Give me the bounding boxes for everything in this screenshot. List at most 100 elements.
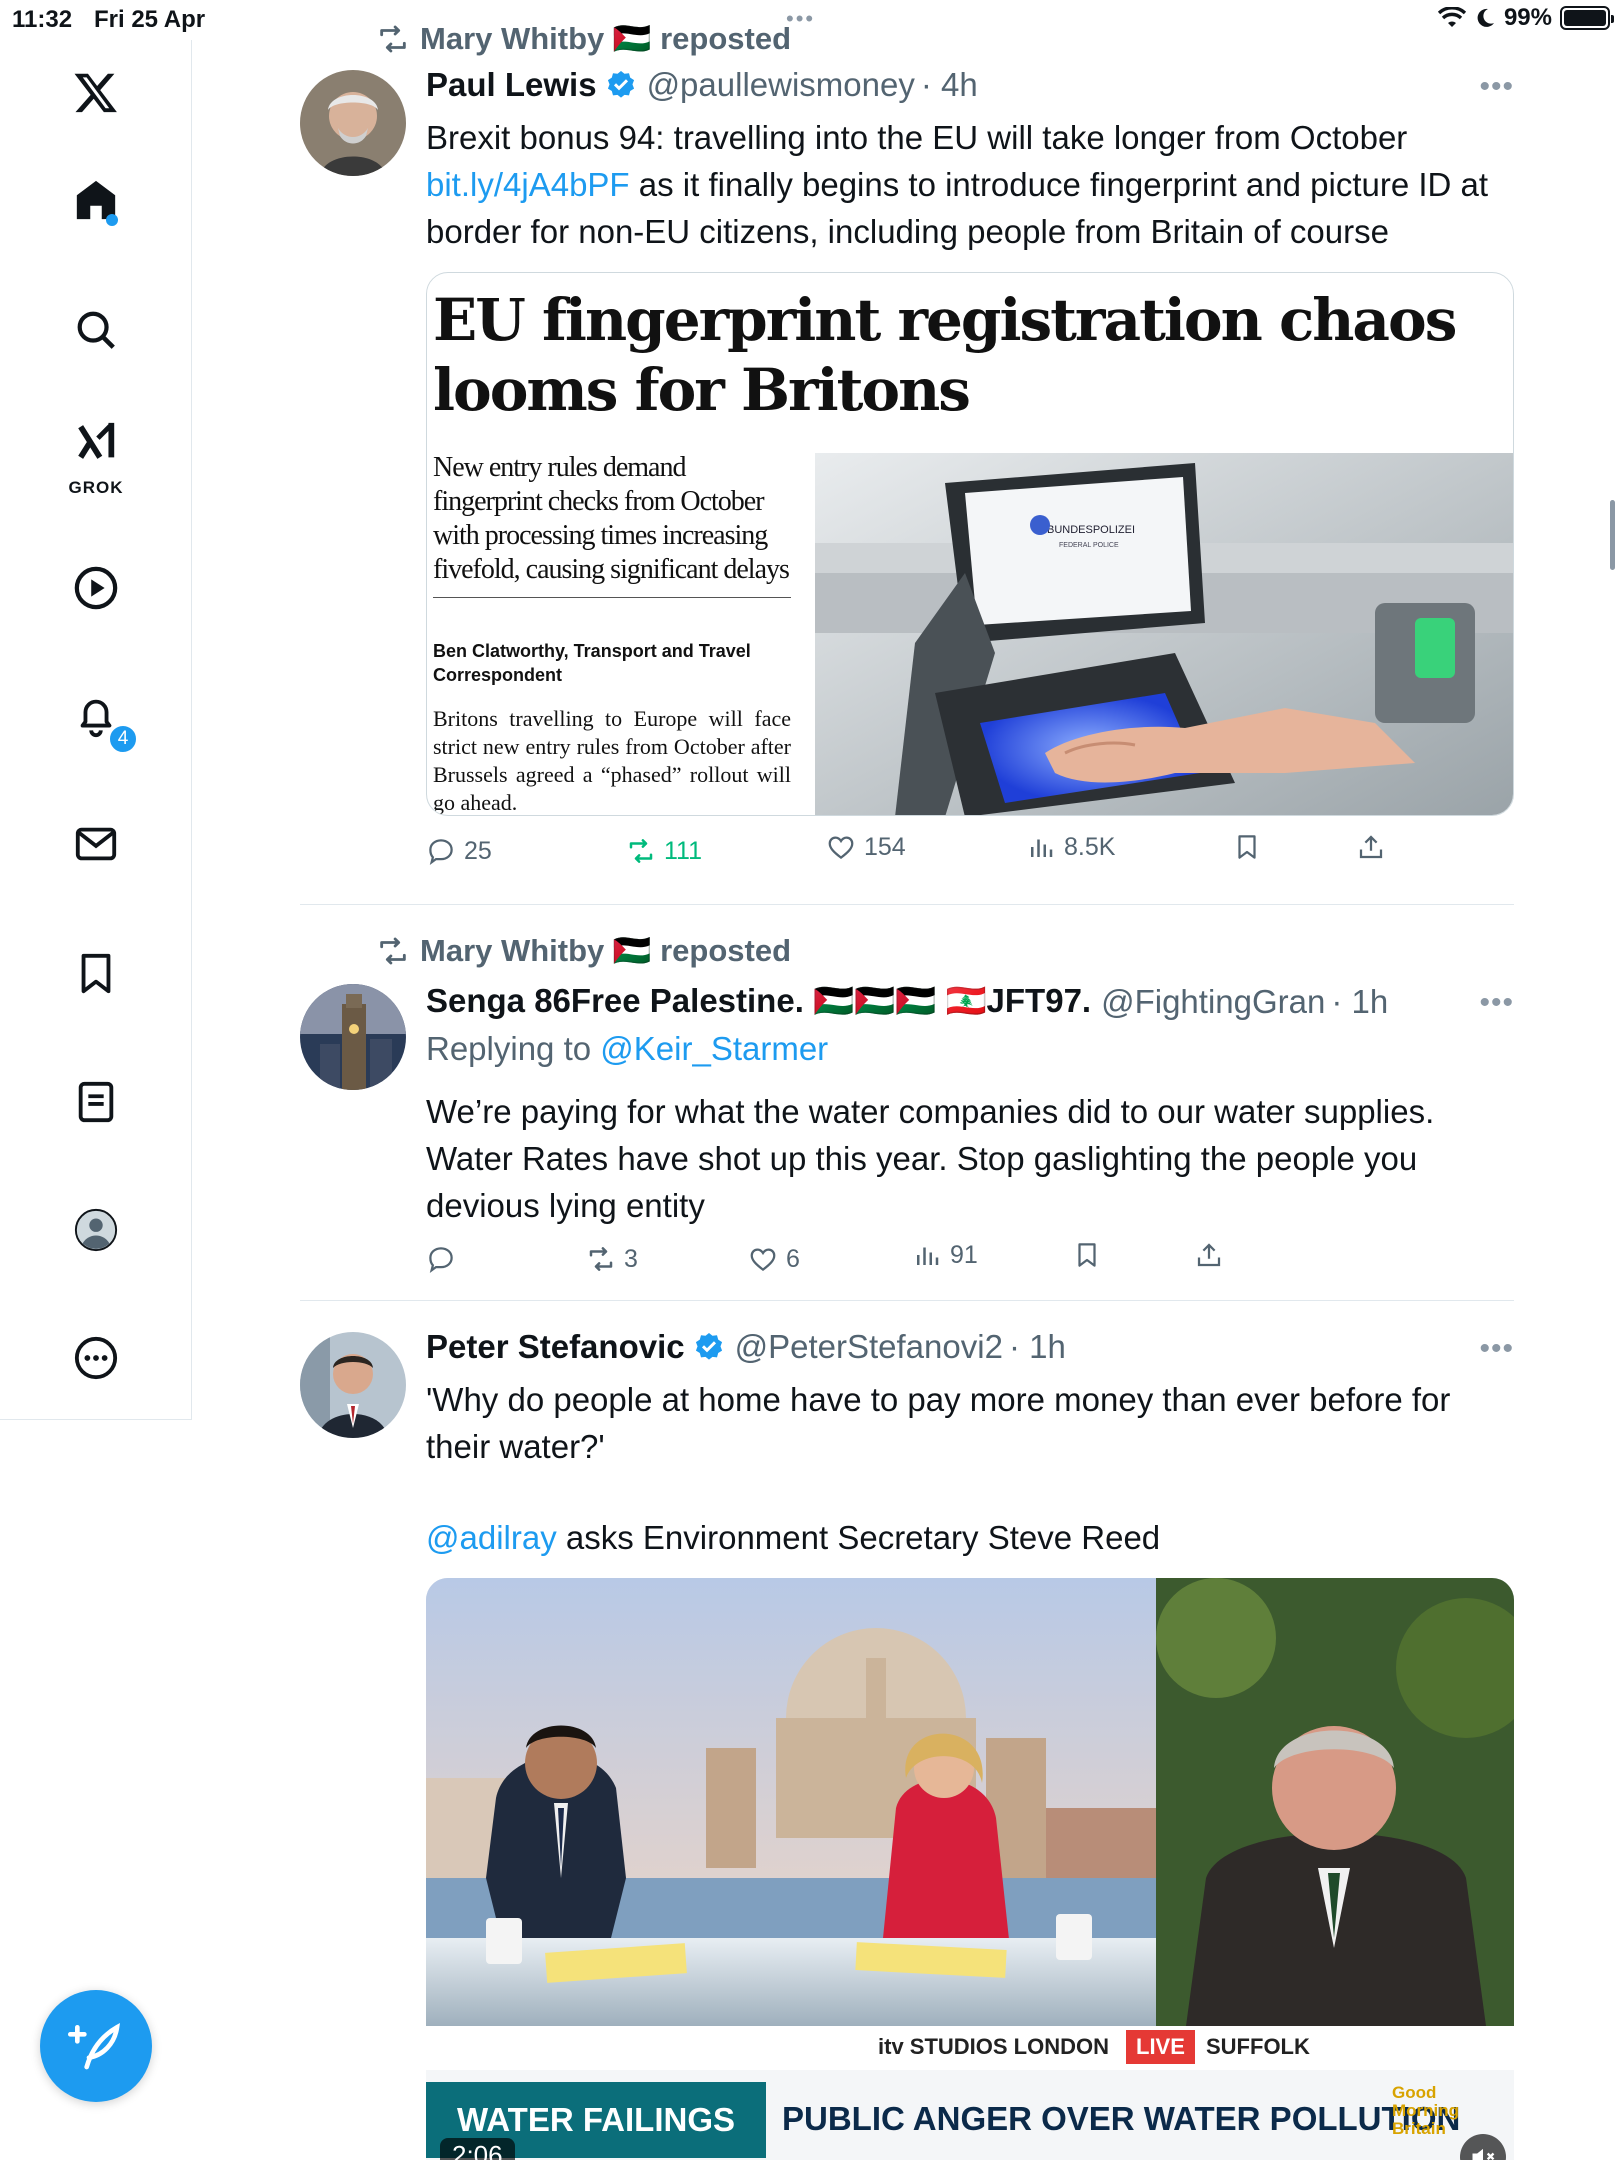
heart-icon xyxy=(750,1248,776,1272)
card-standfirst: New entry rules demand fingerprint check… xyxy=(433,451,791,598)
video-player[interactable]: itv STUDIOS LONDON LIVE SUFFOLK WATER FA… xyxy=(426,1578,1514,2160)
tweet-time[interactable]: · 1h xyxy=(1009,1328,1066,1366)
repost-indicator: Mary Whitby 🇵🇸 reposted xyxy=(376,20,791,57)
battery-icon xyxy=(1560,6,1614,30)
repost-by-label: Mary Whitby 🇵🇸 reposted xyxy=(420,933,792,968)
repost-indicator: Mary Whitby 🇵🇸 reposted xyxy=(376,932,791,969)
status-date: Fri 25 Apr xyxy=(94,6,206,33)
author-name[interactable]: Senga 86Free Palestine. 🇵🇸🇵🇸🇵🇸 🇱🇧JFT97. xyxy=(426,982,1091,1021)
view-count: 91 xyxy=(950,1240,978,1269)
reply-button[interactable]: 25 xyxy=(426,836,492,866)
author-handle[interactable]: @PeterStefanovi2 xyxy=(735,1328,1003,1366)
tweet-actions: 3 6 91 xyxy=(426,1241,1426,1284)
ticker-headline: PUBLIC ANGER OVER WATER POLLUTION xyxy=(782,2100,1461,2137)
tweet-time[interactable]: · 1h xyxy=(1331,983,1388,1021)
search-icon[interactable] xyxy=(66,300,126,360)
status-bar: 11:32 Fri 25 Apr ••• 99% xyxy=(0,0,1620,40)
like-count: 6 xyxy=(786,1244,800,1273)
video-duration: 2:06 xyxy=(440,2138,515,2160)
scanner-sign-subtext: FEDERAL POLICE xyxy=(1059,542,1119,549)
tweet-link[interactable]: bit.ly/4jA4bPF xyxy=(426,166,630,203)
grok-icon[interactable] xyxy=(66,412,126,472)
tweet-more-icon[interactable]: ••• xyxy=(1479,70,1514,104)
reply-icon xyxy=(429,1247,453,1273)
bookmark-icon xyxy=(1238,835,1256,859)
verified-badge-icon xyxy=(693,1331,725,1363)
mention-link[interactable]: @adilray xyxy=(426,1519,557,1556)
card-byline: Ben Clatworthy, Transport and Travel Cor… xyxy=(433,641,751,685)
scanner-sign-text: BUNDESPOLIZEI xyxy=(1047,524,1135,536)
tweet-divider xyxy=(300,1300,1514,1301)
heart-icon xyxy=(828,836,854,860)
like-button[interactable]: 154 xyxy=(826,832,906,862)
tweet-more-icon[interactable]: ••• xyxy=(1479,986,1514,1020)
retweet-icon xyxy=(380,937,406,964)
author-line: Senga 86Free Palestine. 🇵🇸🇵🇸🇵🇸 🇱🇧JFT97. … xyxy=(426,982,1388,1021)
x-logo-icon[interactable] xyxy=(66,62,126,122)
views-chart-icon xyxy=(1031,839,1053,857)
notifications-badge: 4 xyxy=(108,724,138,754)
show-logo: Good Morning Britain xyxy=(1392,2083,1460,2138)
sidebar: GROK 4 xyxy=(0,40,192,1420)
lists-icon[interactable] xyxy=(66,1072,126,1132)
view-count: 8.5K xyxy=(1064,832,1116,861)
avatar[interactable] xyxy=(300,984,406,1090)
moon-icon xyxy=(1477,8,1494,27)
messages-envelope-icon[interactable] xyxy=(66,814,126,874)
profile-avatar-icon[interactable] xyxy=(66,1200,126,1260)
avatar[interactable] xyxy=(300,1332,406,1438)
author-line: Peter Stefanovic @PeterStefanovi2 · 1h xyxy=(426,1328,1066,1366)
card-headline: EU fingerprint registration chaos looms … xyxy=(433,286,1457,424)
video-frame xyxy=(426,1578,1514,2026)
tweet-more-icon[interactable]: ••• xyxy=(1479,1332,1514,1366)
like-count: 154 xyxy=(864,832,906,861)
tweet-divider xyxy=(300,904,1514,905)
repost-by-label: Mary Whitby 🇵🇸 reposted xyxy=(420,21,792,56)
author-name[interactable]: Peter Stefanovic xyxy=(426,1328,685,1366)
tweet-text-mention-line: @adilray asks Environment Secretary Stev… xyxy=(426,1514,1516,1561)
home-new-dot xyxy=(106,214,118,226)
more-options-icon[interactable] xyxy=(66,1328,126,1388)
article-link-card[interactable]: EU fingerprint registration chaos looms … xyxy=(426,272,1514,816)
retweet-icon xyxy=(380,25,406,52)
tweet-text-part: Brexit bonus 94: travelling into the EU … xyxy=(426,119,1408,156)
share-button[interactable] xyxy=(1356,832,1386,862)
compose-post-button[interactable] xyxy=(40,1990,152,2102)
tweet-text: We’re paying for what the water companie… xyxy=(426,1093,1435,1224)
retweet-count: 111 xyxy=(664,836,703,865)
views-button[interactable]: 8.5K xyxy=(1026,832,1115,862)
live-badge: LIVE xyxy=(1126,2030,1195,2064)
reply-count: 25 xyxy=(464,836,492,865)
author-handle[interactable]: @FightingGran xyxy=(1101,983,1325,1021)
retweet-icon xyxy=(629,839,653,863)
verified-badge-icon xyxy=(605,69,637,101)
replying-to-handle[interactable]: @Keir_Starmer xyxy=(600,1030,828,1067)
retweet-button[interactable]: 111 xyxy=(626,836,702,866)
tweet-time[interactable]: · 4h xyxy=(921,66,978,104)
status-indicators: 99% xyxy=(1437,4,1614,32)
replying-to-label: Replying to xyxy=(426,1030,592,1067)
author-handle[interactable]: @paullewismoney xyxy=(647,66,915,104)
scrollbar[interactable] xyxy=(1610,500,1615,570)
like-button[interactable]: 6 xyxy=(748,1244,800,1274)
grok-label: GROK xyxy=(68,478,124,497)
bookmarks-icon[interactable] xyxy=(66,944,126,1004)
retweet-button[interactable]: 3 xyxy=(586,1244,638,1274)
avatar[interactable] xyxy=(300,70,406,176)
share-button[interactable] xyxy=(1194,1240,1224,1270)
reply-button[interactable] xyxy=(426,1244,464,1274)
broadcast-strip: itv STUDIOS LONDON LIVE SUFFOLK xyxy=(426,2026,1514,2070)
author-name[interactable]: Paul Lewis xyxy=(426,66,597,104)
views-button[interactable]: 91 xyxy=(912,1240,978,1270)
video-play-icon[interactable] xyxy=(66,558,126,618)
battery-percent: 99% xyxy=(1503,4,1552,31)
share-icon xyxy=(1197,1243,1221,1267)
card-body: Britons travelling to Europe will face s… xyxy=(433,706,791,815)
bookmark-button[interactable] xyxy=(1232,832,1262,862)
reply-icon xyxy=(429,839,453,865)
speaker-muted-icon xyxy=(1472,2148,1495,2160)
tweet-text: Brexit bonus 94: travelling into the EU … xyxy=(426,114,1516,255)
tweet-text-part: asks Environment Secretary Steve Reed xyxy=(556,1519,1161,1556)
bookmark-button[interactable] xyxy=(1072,1240,1102,1270)
fingerprint-scanner-photo: BUNDESPOLIZEI FEDERAL POLICE xyxy=(815,453,1513,815)
